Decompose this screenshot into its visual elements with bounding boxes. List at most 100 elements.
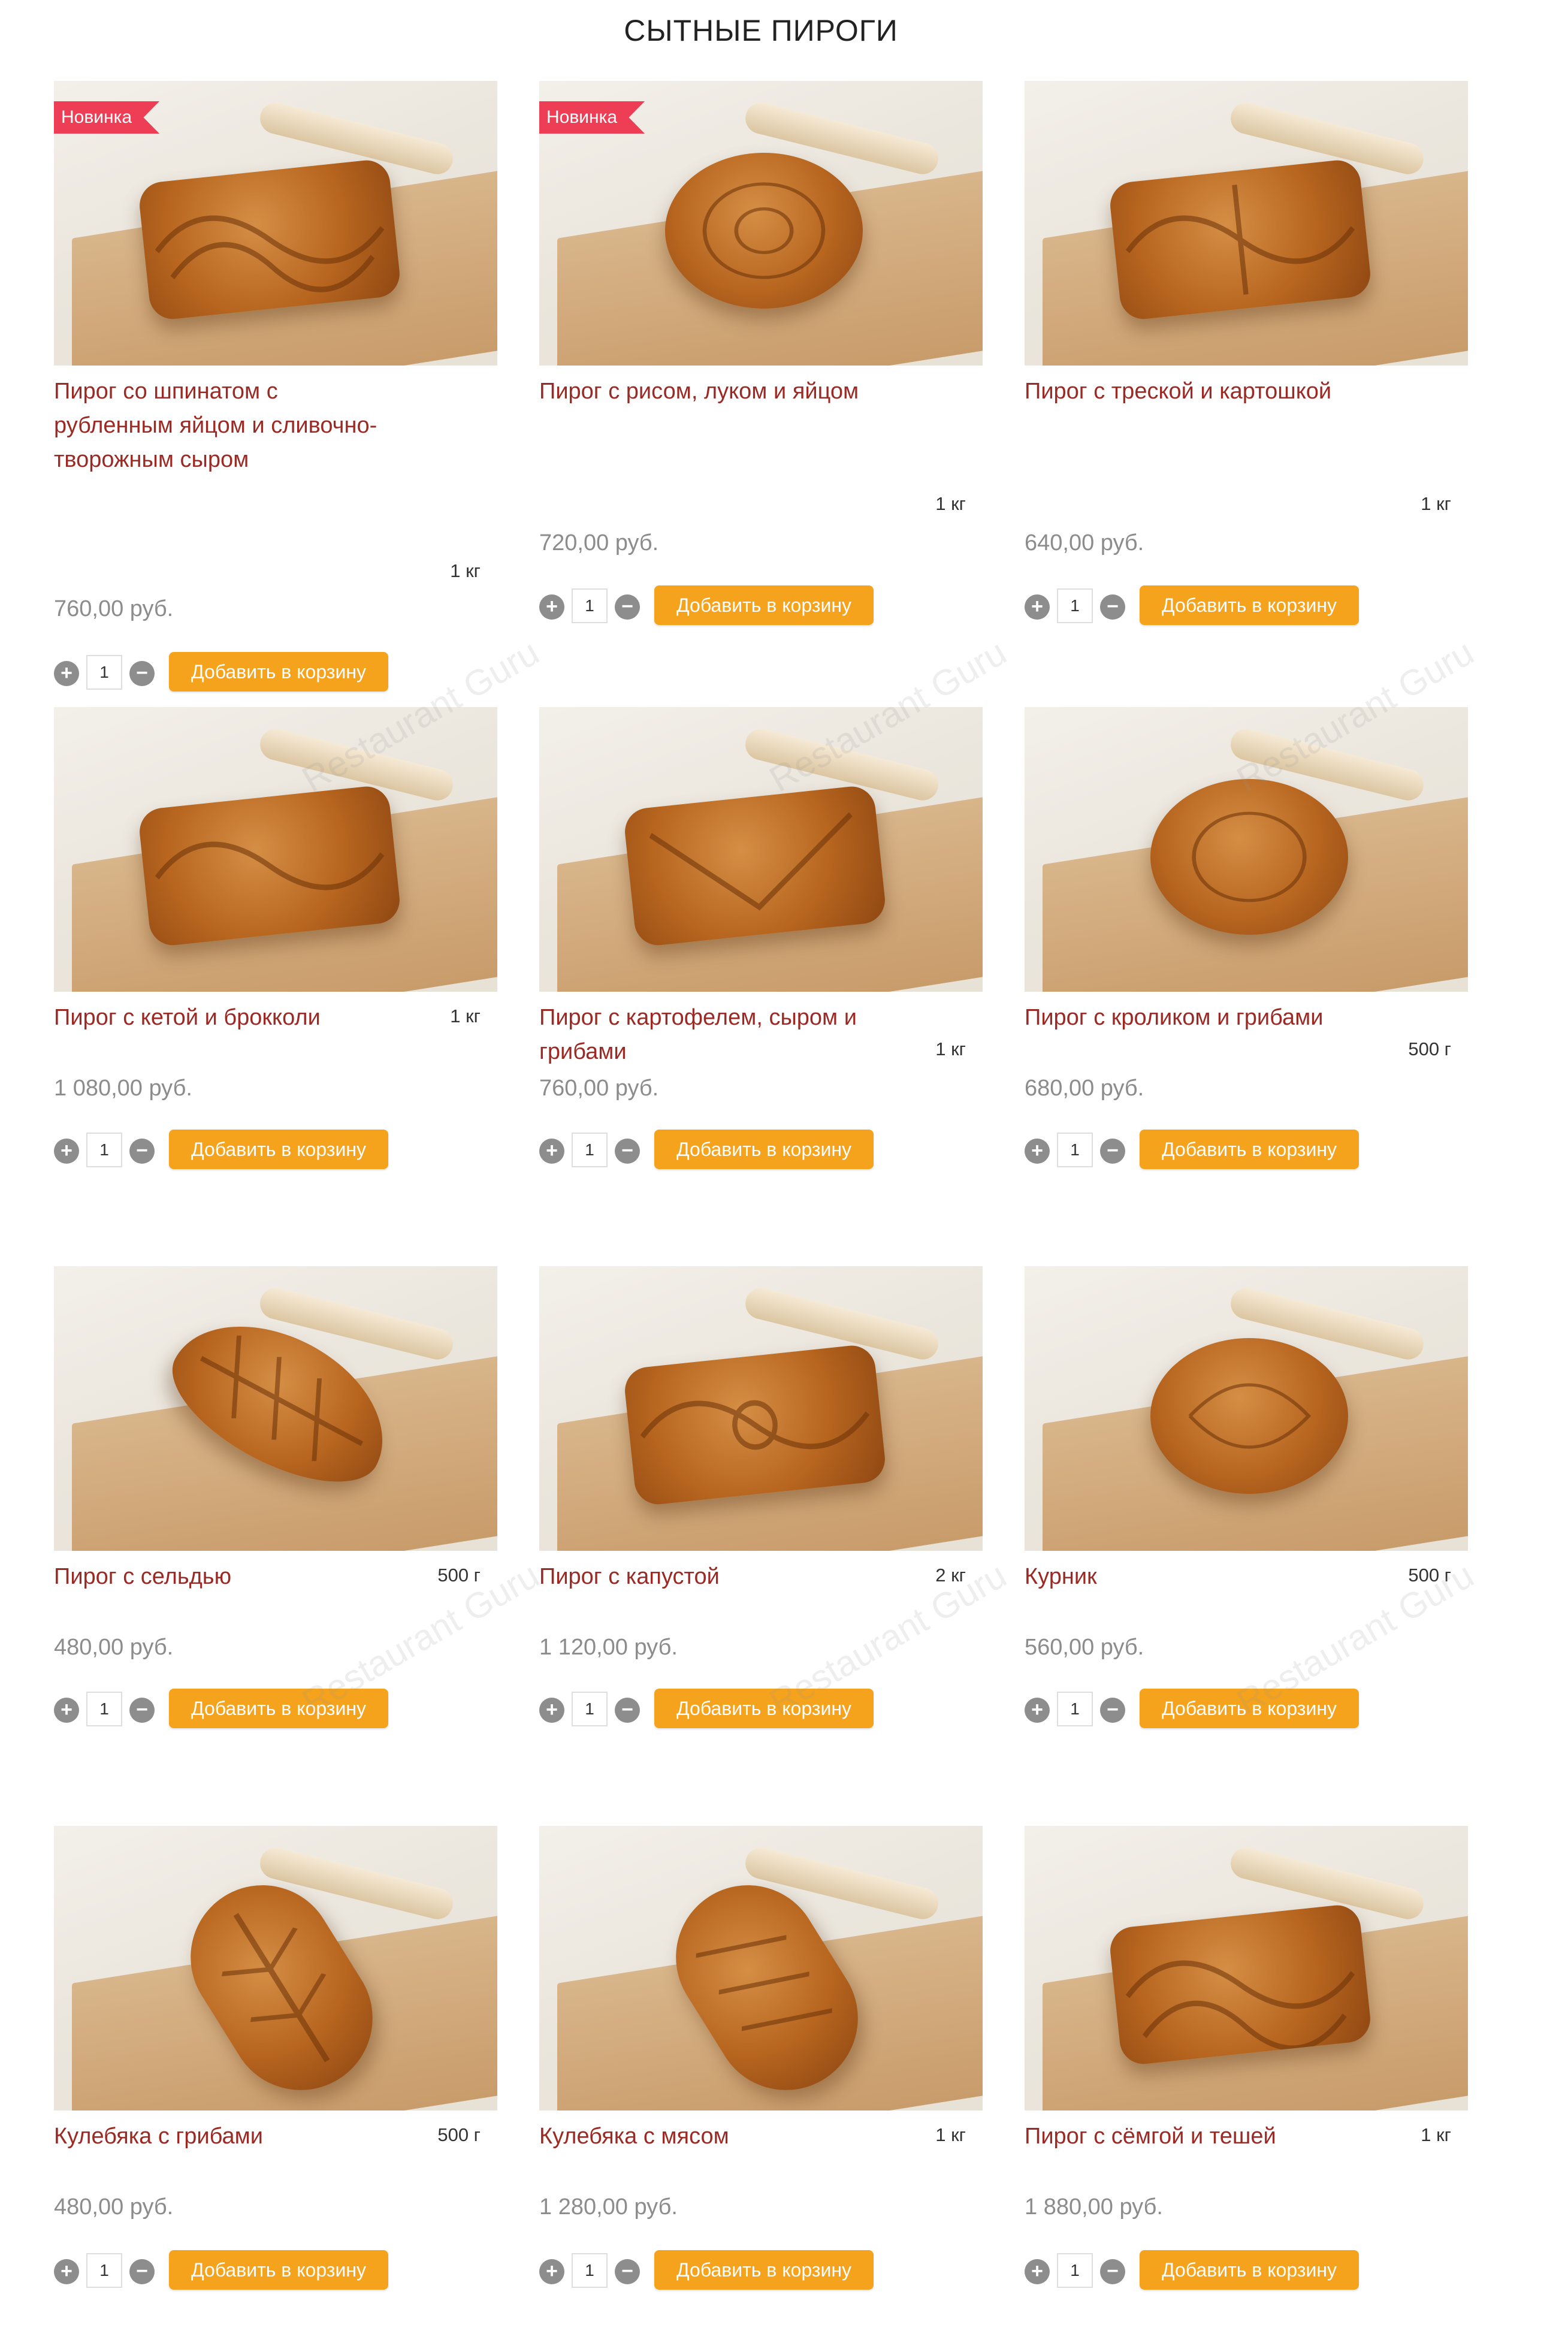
product-name[interactable]: Пирог с сельдью — [54, 1560, 389, 1594]
minus-icon[interactable]: − — [129, 1139, 155, 1164]
add-to-cart-button[interactable]: Добавить в корзину — [654, 2250, 874, 2290]
product-price: 1 120,00 руб. — [539, 1635, 678, 1660]
product-price: 680,00 руб. — [1025, 1076, 1144, 1101]
quantity-input[interactable] — [572, 2253, 608, 2288]
product-photo[interactable] — [1025, 707, 1468, 992]
add-to-cart-button[interactable]: Добавить в корзину — [169, 2250, 388, 2290]
product-name[interactable]: Пирог с картофелем, сыром и грибами — [539, 1001, 875, 1069]
minus-icon[interactable]: − — [1100, 1139, 1125, 1164]
add-to-cart-button[interactable]: Добавить в корзину — [654, 1130, 874, 1169]
product-price: 1 880,00 руб. — [1025, 2194, 1163, 2220]
plus-icon[interactable]: + — [54, 1698, 79, 1723]
product-price: 1 080,00 руб. — [54, 1076, 192, 1101]
product-name[interactable]: Пирог с кроликом и грибами — [1025, 1001, 1360, 1035]
add-to-cart-button[interactable]: Добавить в корзину — [1140, 1130, 1359, 1169]
product-photo[interactable] — [539, 1826, 983, 2111]
product-photo[interactable] — [1025, 1826, 1468, 2111]
product-name[interactable]: Пирог с рисом, луком и яйцом — [539, 375, 875, 409]
add-to-cart-button[interactable]: Добавить в корзину — [169, 652, 388, 692]
add-to-cart-button[interactable]: Добавить в корзину — [654, 585, 874, 625]
plus-icon[interactable]: + — [1025, 1698, 1050, 1723]
quantity-controls: + − Добавить в корзину — [539, 1130, 983, 1169]
plus-icon[interactable]: + — [539, 1698, 564, 1723]
product-price: 760,00 руб. — [54, 596, 174, 621]
product-price: 760,00 руб. — [539, 1076, 659, 1101]
add-to-cart-button[interactable]: Добавить в корзину — [1140, 2250, 1359, 2290]
product-weight: 1 кг — [935, 1038, 966, 1059]
quantity-controls: + − Добавить в корзину — [1025, 2250, 1468, 2290]
plus-icon[interactable]: + — [539, 594, 564, 620]
minus-icon[interactable]: − — [1100, 2259, 1125, 2284]
add-to-cart-button[interactable]: Добавить в корзину — [169, 1130, 388, 1169]
plus-icon[interactable]: + — [539, 2259, 564, 2284]
quantity-input[interactable] — [86, 655, 122, 690]
add-to-cart-button[interactable]: Добавить в корзину — [1140, 585, 1359, 625]
product-name[interactable]: Пирог со шпинатом с рубленным яйцом и сл… — [54, 375, 389, 477]
plus-icon[interactable]: + — [54, 2259, 79, 2284]
quantity-input[interactable] — [1057, 2253, 1093, 2288]
quantity-controls: + − Добавить в корзину — [539, 585, 983, 625]
quantity-controls: + − Добавить в корзину — [1025, 585, 1468, 625]
product-photo[interactable]: Новинка — [54, 81, 497, 366]
minus-icon[interactable]: − — [129, 2259, 155, 2284]
product-price: 1 280,00 руб. — [539, 2194, 678, 2220]
product-photo[interactable] — [1025, 81, 1468, 366]
product-weight: 1 кг — [1421, 2124, 1451, 2145]
product-price: 480,00 руб. — [54, 1635, 174, 1660]
quantity-input[interactable] — [572, 588, 608, 623]
quantity-input[interactable] — [572, 1692, 608, 1726]
quantity-controls: + − Добавить в корзину — [54, 2250, 497, 2290]
minus-icon[interactable]: − — [615, 2259, 640, 2284]
product-name[interactable]: Пирог с треской и картошкой — [1025, 375, 1360, 409]
product-weight: 1 кг — [935, 493, 966, 514]
product-photo[interactable] — [539, 707, 983, 992]
product-photo[interactable] — [54, 1826, 497, 2111]
quantity-input[interactable] — [1057, 1692, 1093, 1726]
product-photo[interactable]: Новинка — [539, 81, 983, 366]
product-photo[interactable] — [539, 1266, 983, 1551]
minus-icon[interactable]: − — [615, 1139, 640, 1164]
minus-icon[interactable]: − — [615, 594, 640, 620]
quantity-controls: + − Добавить в корзину — [539, 2250, 983, 2290]
product-price: 720,00 руб. — [539, 530, 659, 555]
product-photo[interactable] — [1025, 1266, 1468, 1551]
minus-icon[interactable]: − — [1100, 1698, 1125, 1723]
product-price: 480,00 руб. — [54, 2194, 174, 2220]
plus-icon[interactable]: + — [1025, 2259, 1050, 2284]
product-name[interactable]: Пирог с сёмгой и тешей — [1025, 2119, 1360, 2154]
product-name[interactable]: Пирог с кетой и брокколи — [54, 1001, 389, 1035]
product-name[interactable]: Курник — [1025, 1560, 1360, 1594]
quantity-input[interactable] — [86, 1692, 122, 1726]
quantity-controls: + − Добавить в корзину — [539, 1689, 983, 1728]
plus-icon[interactable]: + — [1025, 594, 1050, 620]
plus-icon[interactable]: + — [54, 661, 79, 686]
quantity-input[interactable] — [1057, 1133, 1093, 1167]
quantity-input[interactable] — [86, 2253, 122, 2288]
quantity-input[interactable] — [572, 1133, 608, 1167]
product-weight: 500 г — [1408, 1038, 1451, 1059]
new-badge: Новинка — [54, 101, 160, 134]
product-name[interactable]: Пирог с капустой — [539, 1560, 875, 1594]
add-to-cart-button[interactable]: Добавить в корзину — [169, 1689, 388, 1728]
product-weight: 2 кг — [935, 1565, 966, 1586]
product-photo[interactable] — [54, 707, 497, 992]
minus-icon[interactable]: − — [129, 661, 155, 686]
quantity-input[interactable] — [86, 1133, 122, 1167]
quantity-input[interactable] — [1057, 588, 1093, 623]
add-to-cart-button[interactable]: Добавить в корзину — [654, 1689, 874, 1728]
minus-icon[interactable]: − — [1100, 594, 1125, 620]
plus-icon[interactable]: + — [539, 1139, 564, 1164]
product-weight: 1 кг — [1421, 493, 1451, 514]
minus-icon[interactable]: − — [615, 1698, 640, 1723]
product-price: 560,00 руб. — [1025, 1635, 1144, 1660]
minus-icon[interactable]: − — [129, 1698, 155, 1723]
product-name[interactable]: Кулебяка с мясом — [539, 2119, 875, 2154]
product-weight: 500 г — [437, 1565, 481, 1586]
quantity-controls: + − Добавить в корзину — [54, 652, 497, 692]
plus-icon[interactable]: + — [54, 1139, 79, 1164]
product-weight: 500 г — [437, 2124, 481, 2145]
product-photo[interactable] — [54, 1266, 497, 1551]
add-to-cart-button[interactable]: Добавить в корзину — [1140, 1689, 1359, 1728]
product-name[interactable]: Кулебяка с грибами — [54, 2119, 389, 2154]
plus-icon[interactable]: + — [1025, 1139, 1050, 1164]
